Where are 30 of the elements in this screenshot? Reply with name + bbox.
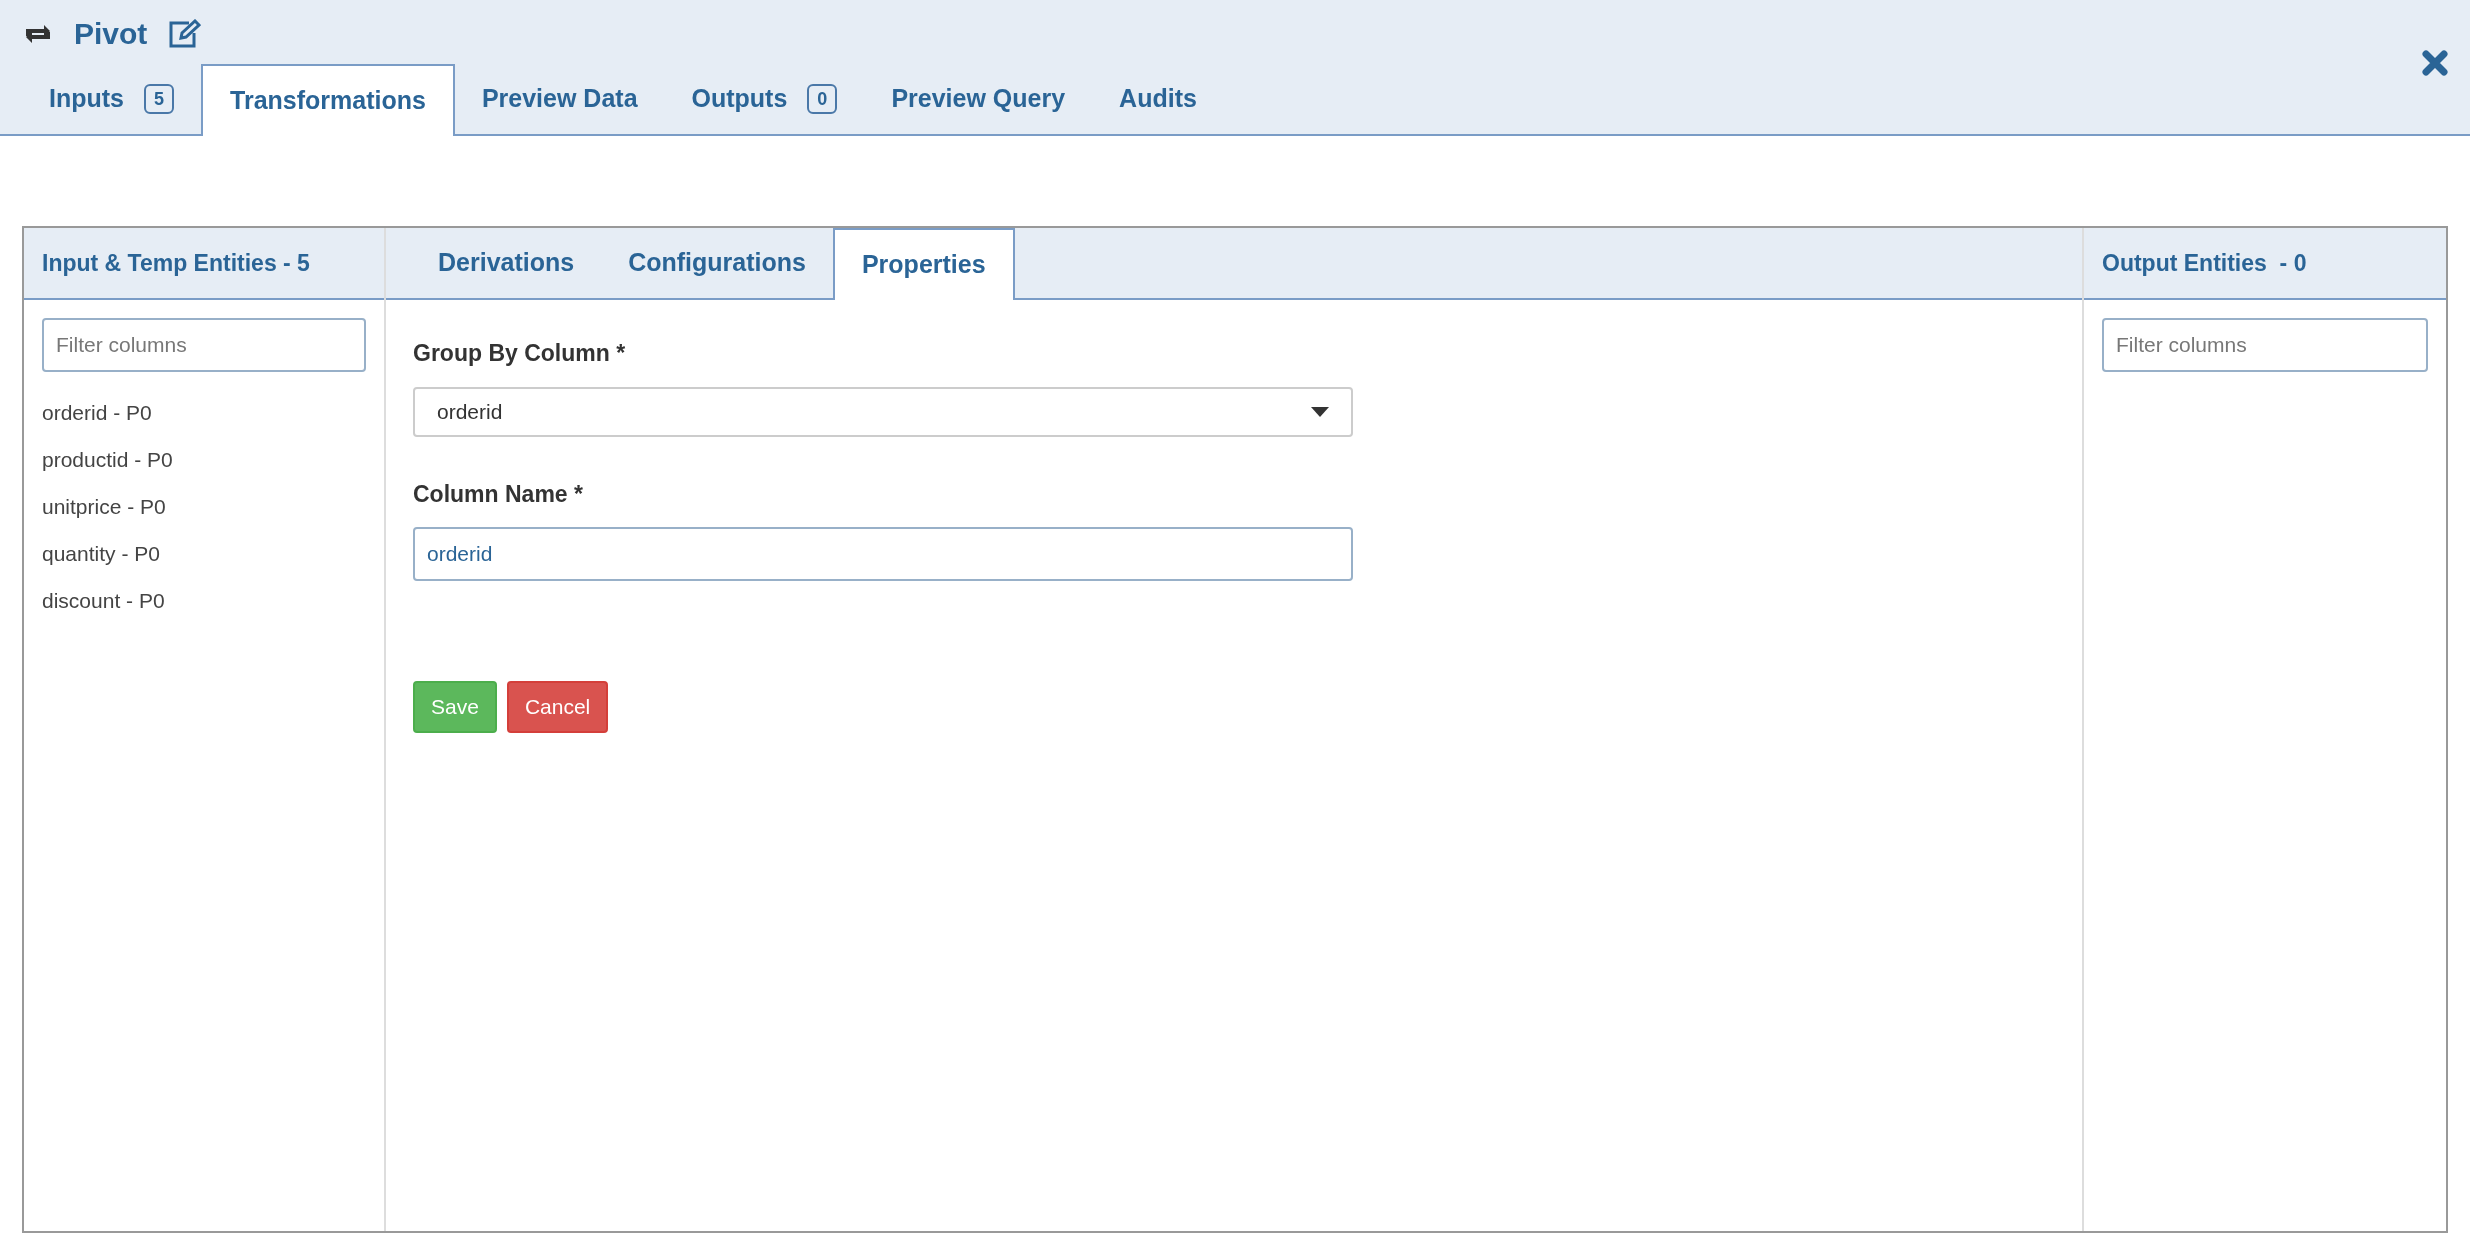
- column-item[interactable]: unitprice - P0: [42, 492, 366, 521]
- count-badge: 0: [807, 84, 838, 114]
- column-item[interactable]: productid - P0: [42, 445, 366, 474]
- select-value: orderid: [437, 398, 503, 425]
- group-by-select[interactable]: orderid: [413, 386, 1353, 437]
- tab[interactable]: Inputs 5: [22, 64, 201, 134]
- tab[interactable]: Outputs 0: [664, 64, 865, 134]
- panel-title: Output Entities - 0: [2102, 248, 2307, 278]
- column-item[interactable]: discount - P0: [42, 586, 366, 615]
- tab[interactable]: Properties: [832, 228, 1015, 300]
- tab[interactable]: Audits: [1092, 64, 1224, 134]
- field-label: Column Name *: [413, 479, 584, 509]
- tab[interactable]: Preview Data: [454, 64, 665, 134]
- tab[interactable]: Transformations: [201, 64, 455, 136]
- count-badge: 5: [144, 84, 174, 114]
- column-item[interactable]: orderid - P0: [42, 398, 366, 427]
- window-title: Pivot: [74, 16, 148, 53]
- column-item[interactable]: quantity - P0: [42, 539, 366, 568]
- tab[interactable]: Configurations: [601, 228, 833, 298]
- close-icon[interactable]: [2422, 50, 2448, 76]
- cancel-button[interactable]: Cancel: [506, 681, 609, 733]
- tab[interactable]: Preview Query: [864, 64, 1093, 134]
- field-label: Group By Column *: [413, 339, 627, 368]
- caret-icon: [1311, 406, 1329, 417]
- column-name-field[interactable]: orderid: [413, 527, 1353, 581]
- panel-title: Input & Temp Entities - 5: [42, 248, 310, 278]
- edit-icon[interactable]: [167, 18, 202, 49]
- filter-field[interactable]: Filter columns: [42, 318, 366, 372]
- tab[interactable]: Derivations: [411, 228, 602, 298]
- filter-field[interactable]: Filter columns: [2102, 318, 2428, 372]
